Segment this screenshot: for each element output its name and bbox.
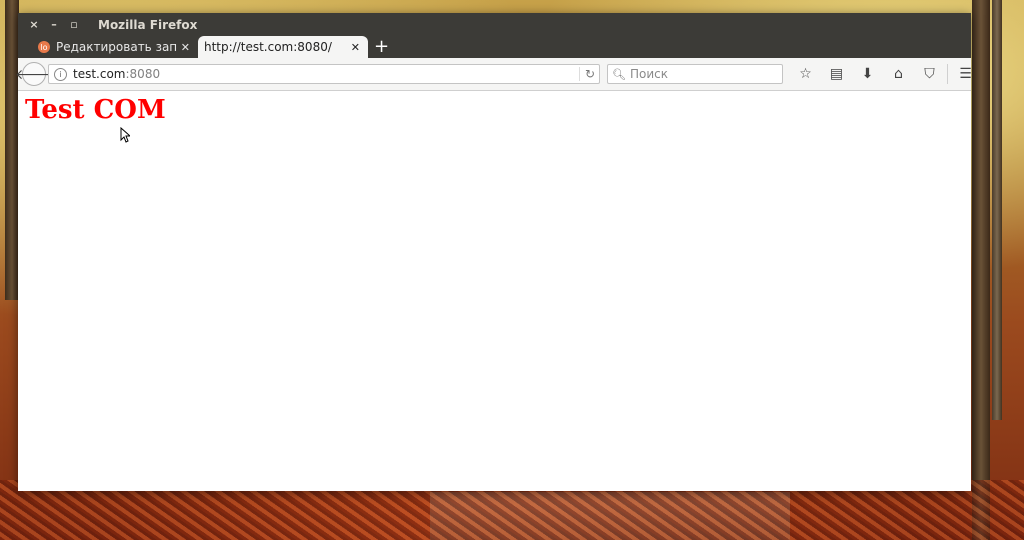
tab-label: http://test.com:8080/ xyxy=(204,40,332,54)
search-box[interactable]: 🔍︎ xyxy=(607,64,783,84)
tab-bar: lo Редактировать зап... ✕ http://test.co… xyxy=(18,36,971,58)
toolbar-separator xyxy=(947,64,948,84)
tab-edit-post[interactable]: lo Редактировать зап... ✕ xyxy=(32,36,198,58)
mouse-pointer-icon xyxy=(120,127,130,143)
close-tab-icon[interactable]: ✕ xyxy=(181,41,190,54)
address-bar[interactable]: i test.com:8080 ↻ xyxy=(48,64,600,84)
close-tab-icon[interactable]: ✕ xyxy=(351,41,360,54)
window-title: Mozilla Firefox xyxy=(98,17,198,32)
url-host: test.com xyxy=(73,67,126,81)
toolbar-icons: ☆ ▤ ⬇ ⌂ ⛉ ☰ xyxy=(790,64,981,84)
tab-test-com[interactable]: http://test.com:8080/ ✕ xyxy=(198,36,368,58)
title-bar: × – ▫ Mozilla Firefox xyxy=(18,13,971,36)
minimize-window-button[interactable]: – xyxy=(44,18,64,31)
tree-trunk xyxy=(992,0,1002,420)
reading-list-icon[interactable]: ▤ xyxy=(821,66,852,82)
page-content: Test COM xyxy=(18,91,971,491)
home-icon[interactable]: ⌂ xyxy=(883,66,914,82)
maximize-window-button[interactable]: ▫ xyxy=(64,18,84,31)
close-window-button[interactable]: × xyxy=(24,18,44,31)
new-tab-button[interactable]: + xyxy=(374,36,389,58)
navigation-toolbar: 🡐 i test.com:8080 ↻ 🔍︎ ☆ ▤ ⬇ ⌂ ⛉ ☰ xyxy=(15,58,972,91)
back-button[interactable]: 🡐 xyxy=(15,62,53,86)
page-heading: Test COM xyxy=(25,95,166,125)
tree-trunk xyxy=(5,0,19,300)
download-icon[interactable]: ⬇ xyxy=(852,66,883,82)
site-info-icon[interactable]: i xyxy=(54,67,67,81)
reload-icon[interactable]: ↻ xyxy=(578,67,595,81)
search-input[interactable] xyxy=(629,67,770,81)
menu-icon[interactable]: ☰ xyxy=(950,66,981,82)
site-favicon-icon: lo xyxy=(38,41,50,53)
search-icon: 🔍︎ xyxy=(612,67,626,81)
bookmark-star-icon[interactable]: ☆ xyxy=(790,66,821,82)
firefox-window: × – ▫ Mozilla Firefox lo Редактировать з… xyxy=(15,13,972,491)
url-port: :8080 xyxy=(125,67,161,81)
tab-label: Редактировать зап... xyxy=(56,40,177,54)
pocket-icon[interactable]: ⛉ xyxy=(914,66,945,82)
